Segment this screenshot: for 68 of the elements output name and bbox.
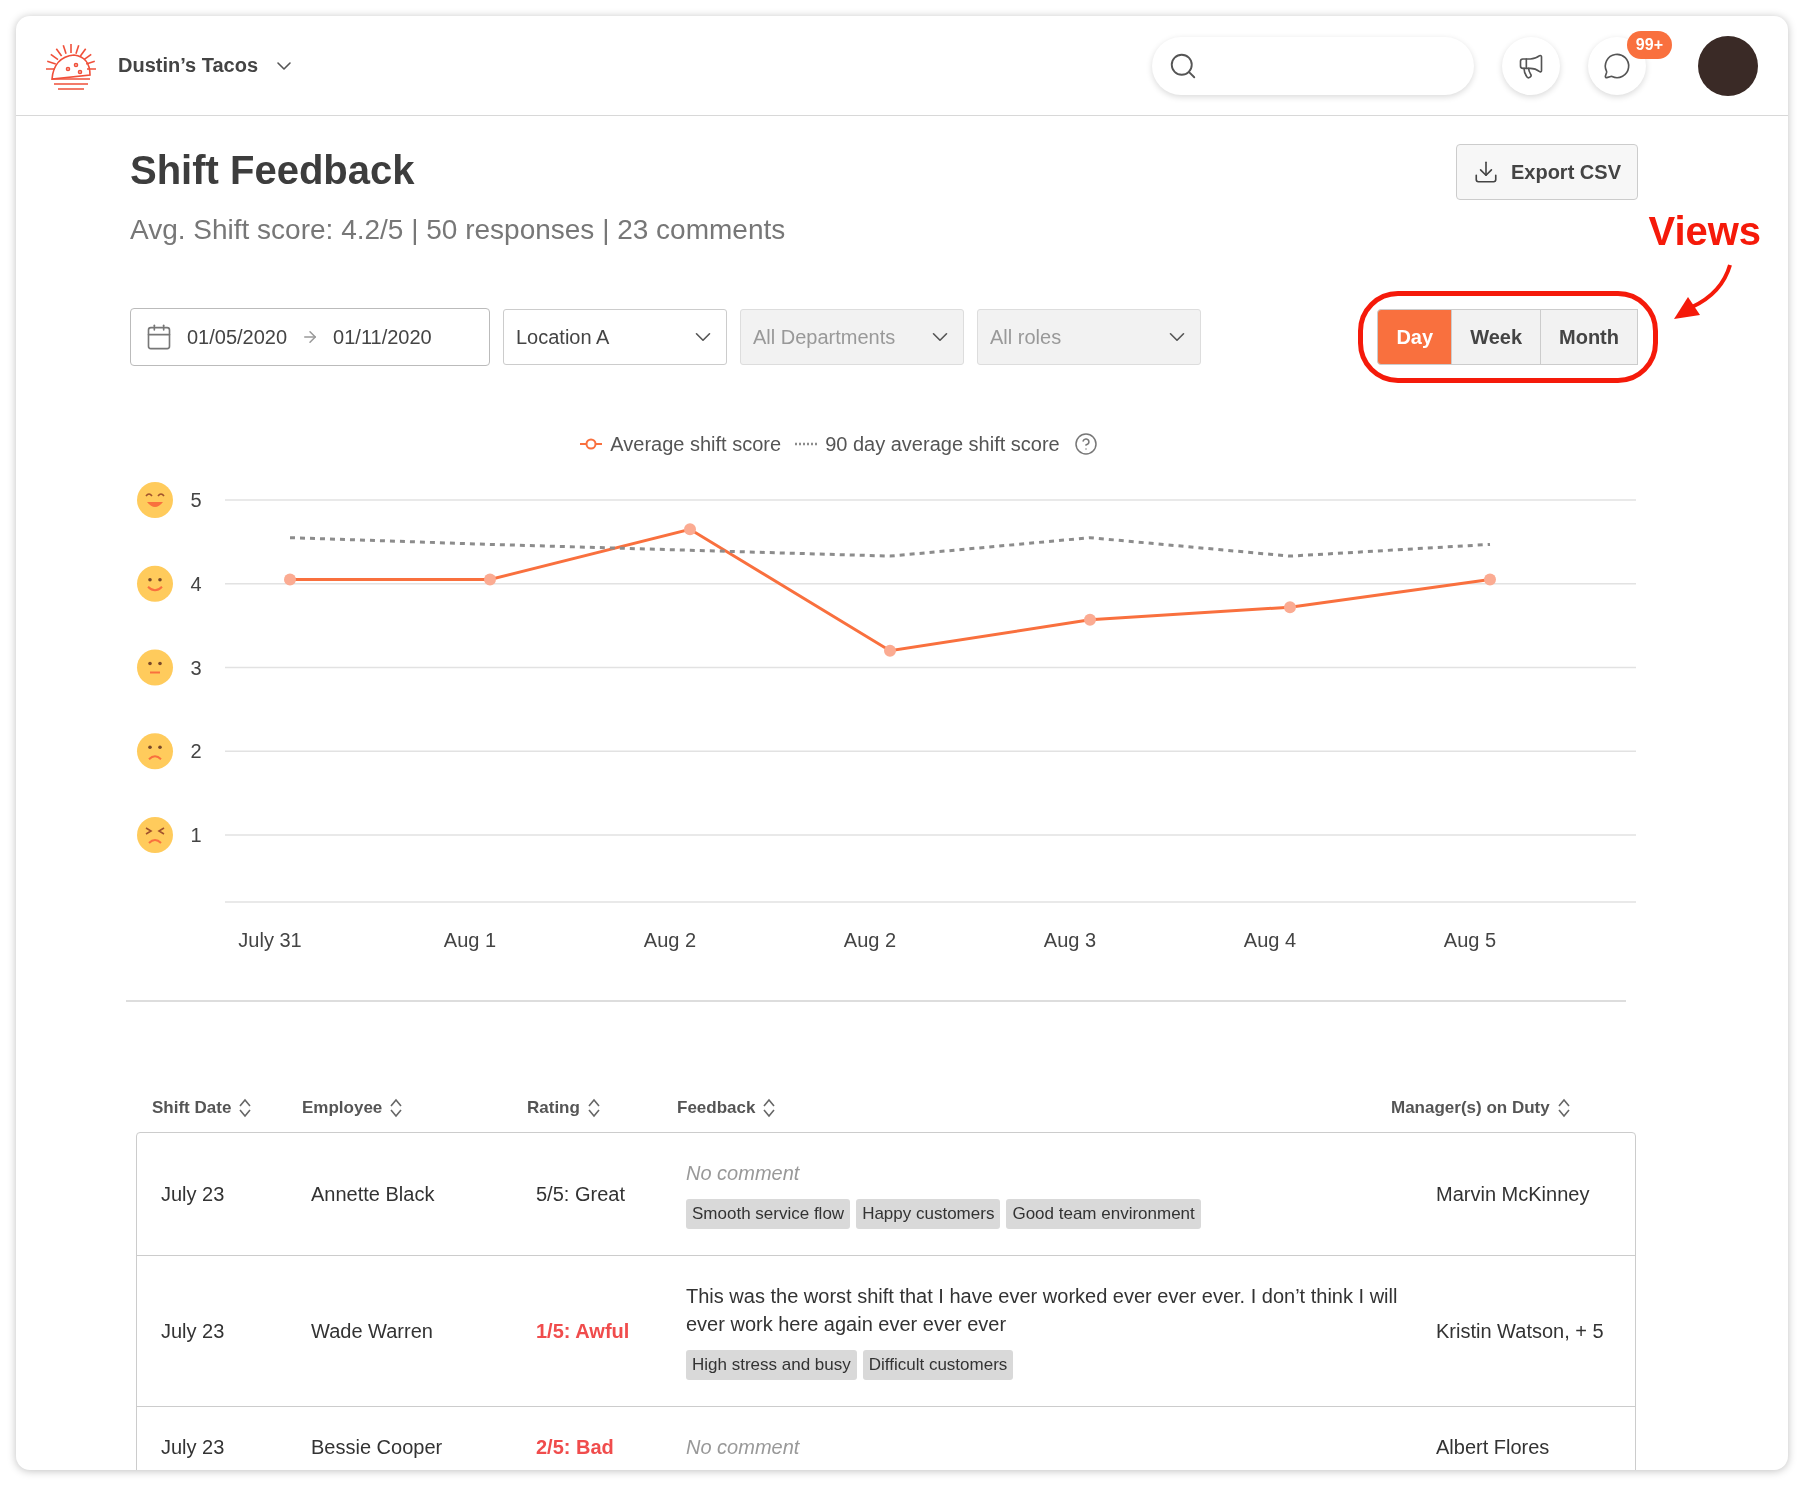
- x-axis-label: July 31: [238, 929, 302, 951]
- page-title: Shift Feedback: [130, 147, 416, 194]
- legend-label: Average shift score: [610, 432, 782, 456]
- y-tick-label: 2: [190, 740, 202, 763]
- employee-cell-text: Annette Black: [311, 1182, 436, 1206]
- emoji-face-icon: [137, 482, 173, 518]
- view-tab[interactable]: Week: [1451, 309, 1541, 365]
- download-icon: [1472, 159, 1499, 185]
- y-tick-label: 3: [190, 656, 202, 679]
- feedback-text: No comment: [686, 1435, 801, 1460]
- help-icon[interactable]: [1073, 432, 1098, 456]
- date-range-field[interactable]: 01/05/2020 01/11/2020: [130, 308, 490, 366]
- emoji-face-icon: [137, 565, 173, 602]
- column-header[interactable]: Employee: [302, 1098, 383, 1118]
- y-tick-label: 1: [190, 824, 202, 846]
- view-tab[interactable]: Month: [1540, 309, 1638, 365]
- x-axis-label: Aug 5: [1443, 929, 1497, 951]
- brand-name[interactable]: Dustin’s Tacos: [118, 54, 259, 77]
- manager-cell-text: Marvin McKinney: [1436, 1182, 1591, 1206]
- start-date: 01/05/2020: [187, 325, 288, 349]
- x-axis-label: Aug 2: [843, 929, 897, 951]
- rating-cell-text: 1/5: Awful: [536, 1319, 631, 1343]
- emoji-face-icon: [137, 733, 173, 770]
- emoji-face-icon: [137, 649, 173, 686]
- feedback-tag: Smooth service flow: [686, 1199, 851, 1229]
- megaphone-button[interactable]: [1502, 36, 1560, 95]
- legend-label: 90 day average shift score: [825, 432, 1060, 456]
- column-header[interactable]: Manager(s) on Duty: [1391, 1098, 1550, 1118]
- legend-line-marker-icon: [580, 438, 603, 450]
- sort-icon[interactable]: [1557, 1098, 1570, 1118]
- column-header[interactable]: Shift Date: [152, 1098, 232, 1118]
- calendar-icon: [145, 323, 173, 351]
- export-button[interactable]: Export CSV: [1455, 144, 1638, 200]
- sort-icon[interactable]: [239, 1098, 252, 1118]
- x-axis-label: Aug 2: [643, 929, 697, 951]
- rating-cell-text: 5/5: Great: [536, 1182, 626, 1206]
- y-tick-label: 4: [190, 572, 202, 595]
- date-cell-text: July 23: [161, 1319, 226, 1343]
- column-header[interactable]: Feedback: [677, 1098, 756, 1118]
- feedback-tag: Good team environment: [1006, 1199, 1201, 1229]
- sort-icon[interactable]: [763, 1098, 776, 1118]
- annotation-label: Views: [1648, 209, 1762, 254]
- feedback-tag: Difficult customers: [862, 1350, 1014, 1380]
- chat-bubble-icon: [1603, 51, 1631, 80]
- x-axis-label: Aug 3: [1043, 929, 1097, 951]
- date-cell-text: July 23: [161, 1435, 226, 1459]
- y-tick-label: 5: [190, 489, 202, 511]
- x-axis-label: Aug 4: [1243, 929, 1297, 951]
- feedback-tag: Happy customers: [856, 1199, 1001, 1229]
- end-date: 01/11/2020: [333, 325, 432, 349]
- notification-badge: 99+: [1626, 30, 1672, 59]
- sort-icon[interactable]: [587, 1098, 600, 1118]
- manager-cell-text: Albert Flores: [1436, 1435, 1551, 1459]
- employee-cell-text: Wade Warren: [311, 1319, 434, 1343]
- feedback-tag: High stress and busy: [686, 1350, 857, 1380]
- sort-icon[interactable]: [390, 1098, 403, 1118]
- rating-cell-text: 2/5: Bad: [536, 1435, 615, 1459]
- employee-cell-text: Bessie Cooper: [311, 1435, 444, 1459]
- manager-cell-text: Kristin Watson, + 5: [1436, 1319, 1605, 1343]
- summary-text: Avg. Shift score: 4.2/5 | 50 responses | 23 comments: [130, 214, 786, 246]
- emoji-face-icon: [137, 817, 173, 853]
- column-header[interactable]: Rating: [527, 1098, 580, 1118]
- legend-dotted-line-icon: [795, 442, 818, 446]
- feedback-text: This was the worst shift that I have ever worked ever ever ever. I don’t think I will ever work here again ever ever ever: [686, 1284, 1399, 1337]
- feedback-text: No comment: [686, 1161, 801, 1186]
- date-cell-text: July 23: [161, 1182, 226, 1206]
- dropdown[interactable]: Location A: [503, 309, 727, 365]
- x-axis-label: Aug 1: [443, 929, 497, 951]
